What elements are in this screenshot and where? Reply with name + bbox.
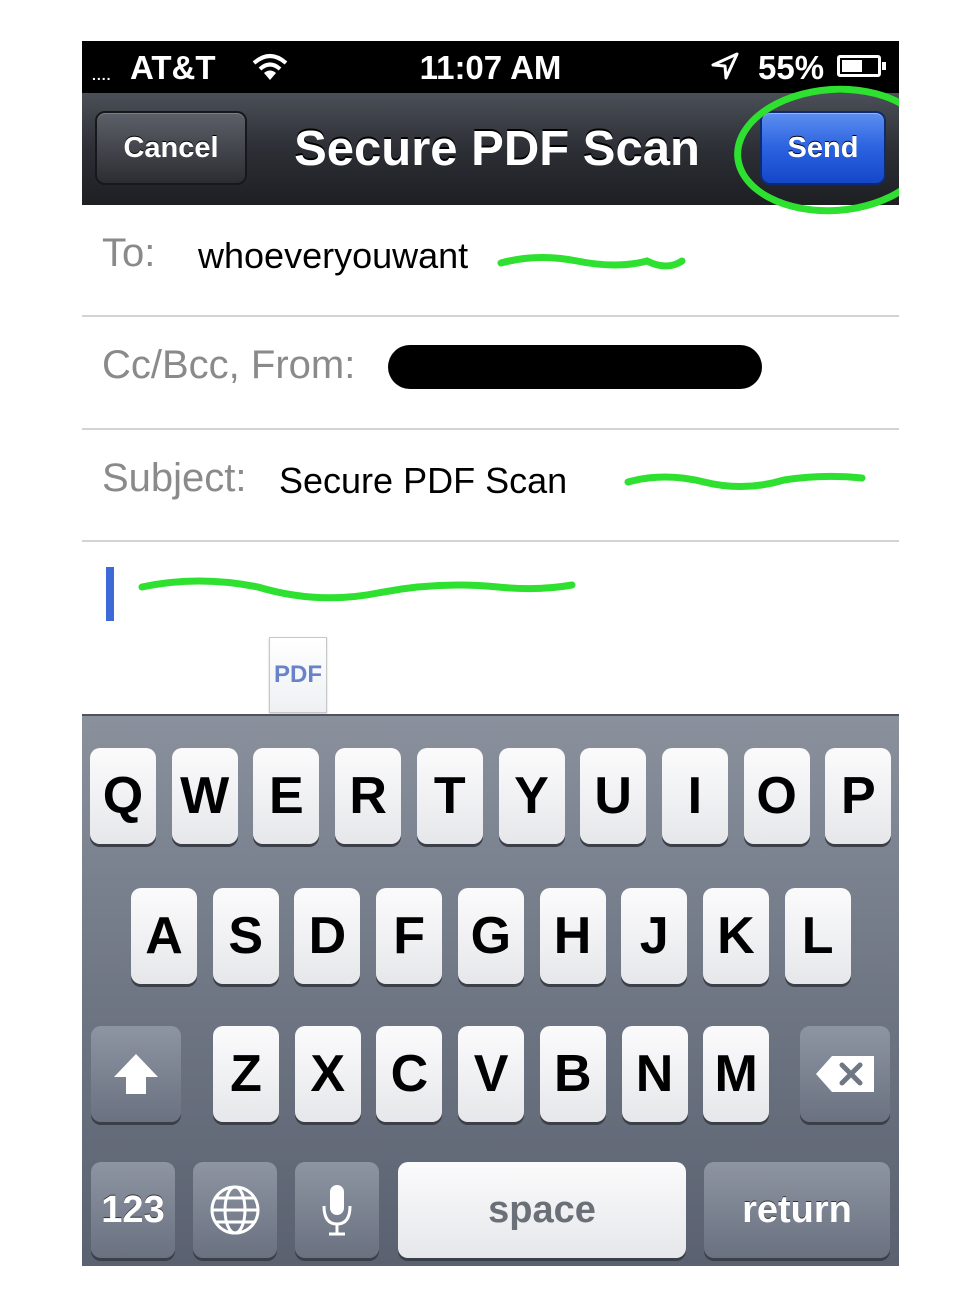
location-arrow-icon	[710, 51, 740, 89]
numbers-key[interactable]: 123	[91, 1162, 175, 1258]
key-q[interactable]: Q	[90, 748, 156, 844]
highlight-squiggle	[497, 253, 686, 270]
key-l[interactable]: L	[784, 888, 851, 984]
key-a[interactable]: A	[131, 888, 197, 984]
key-w[interactable]: W	[171, 748, 238, 844]
globe-icon	[210, 1185, 260, 1235]
key-t[interactable]: T	[416, 748, 483, 844]
key-s[interactable]: S	[212, 888, 279, 984]
key-v[interactable]: V	[458, 1026, 525, 1122]
text-cursor	[106, 567, 114, 621]
key-k[interactable]: K	[702, 888, 769, 984]
key-d[interactable]: D	[294, 888, 361, 984]
pdf-attachment-icon[interactable]: PDF	[269, 637, 327, 713]
key-f[interactable]: F	[376, 888, 443, 984]
key-y[interactable]: Y	[498, 748, 565, 844]
key-g[interactable]: G	[457, 888, 524, 984]
key-u[interactable]: U	[580, 748, 647, 844]
highlight-squiggle	[138, 577, 576, 602]
signal-strength: ....	[92, 67, 112, 83]
cancel-button[interactable]: Cancel	[95, 111, 247, 185]
return-key[interactable]: return	[704, 1162, 890, 1258]
key-i[interactable]: I	[661, 748, 728, 844]
key-m[interactable]: M	[703, 1026, 770, 1122]
key-c[interactable]: C	[376, 1026, 443, 1122]
delete-key[interactable]	[800, 1026, 890, 1122]
key-e[interactable]: E	[253, 748, 320, 844]
highlight-squiggle	[624, 472, 866, 490]
backspace-icon	[816, 1056, 874, 1092]
carrier-name: AT&T	[130, 49, 216, 86]
globe-key[interactable]	[193, 1162, 277, 1258]
battery-icon	[837, 55, 886, 77]
key-n[interactable]: N	[621, 1026, 688, 1122]
redacted-email	[388, 345, 762, 389]
subject-value[interactable]: Secure PDF Scan	[279, 460, 567, 502]
key-r[interactable]: R	[335, 748, 402, 844]
key-p[interactable]: P	[825, 748, 892, 844]
phone-screen: .... AT&T 11:07 AM 55% Cancel Secure PDF…	[82, 41, 899, 1266]
subject-label: Subject:	[102, 456, 247, 500]
to-recipient[interactable]: whoeveryouwant	[198, 235, 468, 277]
key-z[interactable]: Z	[213, 1026, 279, 1122]
page-title: Secure PDF Scan	[294, 122, 700, 176]
key-j[interactable]: J	[621, 888, 688, 984]
to-label: To:	[102, 231, 156, 275]
status-bar: .... AT&T 11:07 AM 55%	[82, 41, 899, 93]
microphone-key[interactable]	[295, 1162, 379, 1258]
key-h[interactable]: H	[539, 888, 606, 984]
keyboard: QWERTYUIOP ASDFGHJKL ZXCVBNM 123 space r…	[82, 714, 899, 1266]
microphone-icon	[322, 1185, 352, 1236]
shift-key[interactable]	[91, 1026, 181, 1122]
key-x[interactable]: X	[294, 1026, 361, 1122]
wifi-icon	[250, 49, 290, 91]
key-o[interactable]: O	[743, 748, 810, 844]
to-field[interactable]: To: whoeveryouwant	[82, 205, 899, 317]
battery-percent: 55%	[758, 49, 825, 86]
cc-bcc-from-label: Cc/Bcc, From:	[102, 343, 356, 387]
space-key[interactable]: space	[398, 1162, 686, 1258]
shift-arrow-icon	[114, 1054, 158, 1094]
key-b[interactable]: B	[539, 1026, 606, 1122]
